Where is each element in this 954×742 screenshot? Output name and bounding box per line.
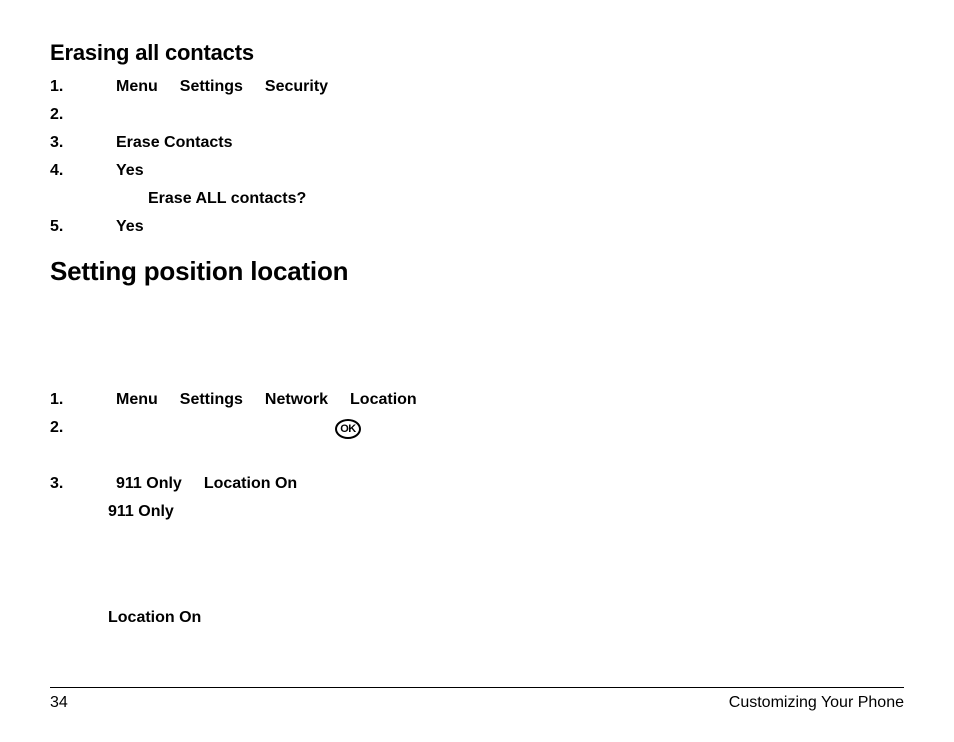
step-subtext: Erase ALL contacts?: [148, 190, 904, 208]
menu-path-item: Location: [350, 391, 417, 409]
menu-path-item: Yes: [116, 162, 144, 180]
menu-path-item: Yes: [116, 218, 144, 236]
page-number: 34: [50, 694, 68, 712]
menu-path-item: Location On: [204, 475, 297, 493]
step-number: 3.: [50, 475, 116, 493]
ok-icon: OK: [335, 419, 361, 439]
menu-path-item: Security: [265, 78, 328, 96]
menu-path-item: Settings: [180, 78, 243, 96]
menu-path-item: Menu: [116, 391, 158, 409]
step-row: 3. 911 Only Location On: [50, 475, 904, 493]
menu-path-item: Settings: [180, 391, 243, 409]
menu-path-item: Network: [265, 391, 328, 409]
step-row: 2. OK: [50, 419, 904, 439]
step-row: 4. Yes: [50, 162, 904, 180]
section-heading-position: Setting position location: [50, 256, 904, 287]
step-number: 4.: [50, 162, 116, 180]
page-footer: 34 Customizing Your Phone: [50, 687, 904, 712]
step-row: 2.: [50, 106, 904, 124]
menu-path-item: 911 Only: [116, 475, 182, 493]
step-number: 1.: [50, 391, 116, 409]
chapter-title: Customizing Your Phone: [729, 694, 904, 712]
section-heading-erasing: Erasing all contacts: [50, 40, 904, 66]
step-row: 3. Erase Contacts: [50, 134, 904, 152]
step-number: 5.: [50, 218, 116, 236]
menu-path-item: Erase Contacts: [116, 134, 233, 152]
step-number: 2.: [50, 106, 116, 124]
step-row: 1. Menu Settings Security: [50, 78, 904, 96]
option-label: Location On: [108, 609, 904, 627]
step-row: 1. Menu Settings Network Location: [50, 391, 904, 409]
step-number: 1.: [50, 78, 116, 96]
option-label: 911 Only: [108, 503, 904, 521]
step-number: 2.: [50, 419, 116, 437]
step-row: 5. Yes: [50, 218, 904, 236]
step-number: 3.: [50, 134, 116, 152]
menu-path-item: Menu: [116, 78, 158, 96]
